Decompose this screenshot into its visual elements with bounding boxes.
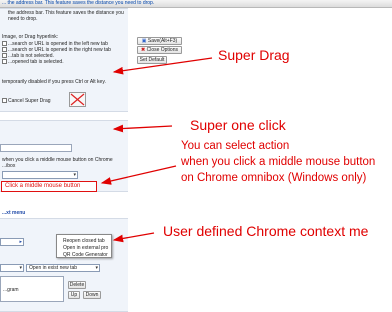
annotation-super-drag: Super Drag [218, 47, 290, 63]
arrow-super-one-click [112, 124, 173, 133]
annotation-click-desc-3: on Chrome omnibox (Windows only) [181, 172, 367, 184]
annotation-click-desc-1: You can select action [181, 140, 290, 152]
arrow-context-menu [112, 232, 155, 243]
arrow-middle-click [100, 165, 177, 185]
annotation-click-desc-2: when you click a middle mouse button [181, 156, 376, 168]
annotation-super-one-click: Super one click [190, 117, 286, 133]
arrow-super-drag [112, 57, 213, 75]
annotation-context-menu: User defined Chrome context me [163, 223, 369, 239]
